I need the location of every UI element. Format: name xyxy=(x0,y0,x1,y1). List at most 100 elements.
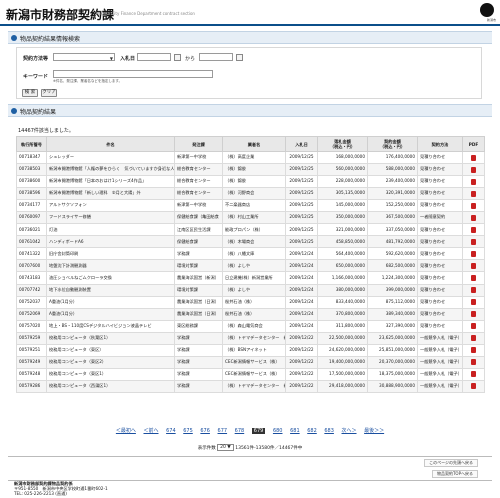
pdf-icon[interactable] xyxy=(471,250,476,257)
cell-name: 新潟市開港博物館「新しい理科 ⑤月と大陽」外 xyxy=(46,187,175,201)
pdf-icon[interactable] xyxy=(471,383,476,390)
cell-vendor: （株）木場商会 xyxy=(222,235,286,249)
pdf-icon[interactable] xyxy=(471,226,476,233)
cell-date: 2009/12/22 xyxy=(285,331,318,345)
column-header[interactable]: 契約方法 xyxy=(417,136,463,152)
method-label: 契約方法等 xyxy=(23,56,49,62)
keyword-input[interactable] xyxy=(53,70,213,78)
pdf-icon[interactable] xyxy=(471,262,476,269)
cell-bid-amount: 380,000,0000 xyxy=(317,283,368,297)
pager-page-link[interactable]: 680 xyxy=(273,428,283,434)
cell-vendor: （株）よしや xyxy=(222,259,286,273)
cell-date: 2009/12/24 xyxy=(285,271,318,285)
cell-contract-amount: 875,112,0000 xyxy=(367,295,418,309)
cell-pdf xyxy=(462,295,485,309)
results-section-title: 物品契約結果 xyxy=(20,109,57,116)
pdf-icon[interactable] xyxy=(471,323,476,330)
footer-tel: TEL: 025-226-2213 (直通) xyxy=(14,491,67,496)
cell-method: 見積り合わせ xyxy=(417,283,463,297)
cell-bid-amount: 833,440,0000 xyxy=(317,295,368,309)
pdf-icon[interactable] xyxy=(471,371,476,378)
table-row: 00707742 地下水位自動観測装置 環境対策課 （株）よしや 2009/12/24 3… xyxy=(16,283,485,297)
date-from-input[interactable] xyxy=(137,53,171,61)
cell-dept: 東区総務課 xyxy=(174,319,223,333)
pdf-icon[interactable] xyxy=(471,335,476,342)
display-count-select[interactable]: 20 ▼ xyxy=(217,444,234,451)
cell-id: 00752037 xyxy=(16,295,47,309)
cell-name: 新潟市開港博物館「日本のおはけ1シリーズ4作品」 xyxy=(46,175,175,189)
method-select[interactable]: ▼ xyxy=(53,53,115,61)
cell-date: 2009/12/22 xyxy=(285,367,318,381)
cell-contract-amount: 327,390,0000 xyxy=(367,319,418,333)
cell-contract-amount: 239,400,0000 xyxy=(367,175,418,189)
cell-pdf xyxy=(462,259,485,273)
pager-page-link[interactable]: 677 xyxy=(218,428,228,434)
back-to-contract-top-link[interactable]: 物品契約TOPへ戻る xyxy=(431,470,478,478)
keyword-label: キーワード xyxy=(23,74,49,80)
pdf-icon[interactable] xyxy=(471,347,476,354)
pdf-icon[interactable] xyxy=(471,166,476,173)
cell-contract-amount: 25,851,000,0000 xyxy=(367,343,418,357)
column-header[interactable]: 執行所管号 xyxy=(16,136,47,152)
column-header[interactable]: 発注課 xyxy=(174,136,223,152)
column-header[interactable]: 件名 xyxy=(46,136,175,152)
pdf-icon[interactable] xyxy=(471,311,476,318)
cell-contract-amount: 481,792,0000 xyxy=(367,235,418,249)
search-button[interactable]: 検 索 xyxy=(22,89,38,97)
cell-bid-amount: 24,620,000,0000 xyxy=(317,343,368,357)
column-header[interactable]: 入札日 xyxy=(285,136,318,152)
pdf-icon[interactable] xyxy=(471,178,476,185)
cell-date: 2009/12/25 xyxy=(285,199,318,213)
column-header[interactable]: 落札金額 （税込・円） xyxy=(317,136,368,152)
pager-page-link[interactable]: 674 xyxy=(166,428,176,434)
cell-id: 00743183 xyxy=(16,271,47,285)
cell-method: 見積り合わせ xyxy=(417,319,463,333)
pdf-icon[interactable] xyxy=(471,154,476,161)
pager-first-link[interactable]: ＜最初へ xyxy=(116,427,136,434)
pager-page-link[interactable]: 681 xyxy=(290,428,300,434)
table-row: 00738503 新潟市開港博物館「人権の夢をひらく 気づいていますか身近な人 総合… xyxy=(16,163,485,177)
cell-bid-amount: 458,850,0000 xyxy=(317,235,368,249)
pager-page-link[interactable]: 676 xyxy=(200,428,210,434)
cell-vendor: 能政プロパン（株） xyxy=(222,223,286,237)
pager-page-link[interactable]: 678 xyxy=(235,428,245,434)
cell-id: 00579259 xyxy=(16,331,47,345)
cell-contract-amount: 588,000,0000 xyxy=(367,163,418,177)
cell-name: 灯油 xyxy=(46,223,175,237)
pdf-icon[interactable] xyxy=(471,359,476,366)
pdf-icon[interactable] xyxy=(471,287,476,294)
pager-page-link[interactable]: 682 xyxy=(307,428,317,434)
display-count-value: 20 xyxy=(220,445,226,450)
back-to-top-link[interactable]: このページの先頭へ戻る xyxy=(424,459,478,467)
cell-dept: 学務課 xyxy=(174,247,223,261)
pdf-icon[interactable] xyxy=(471,190,476,197)
results-table: 執行所管号 件名 発注課 業者名 入札日 落札金額 （税込・円） 契約金額 （税… xyxy=(16,136,485,393)
pager-last-link[interactable]: 最後＞＞ xyxy=(364,427,384,434)
pager-page-link[interactable]: 675 xyxy=(183,428,193,434)
cell-vendor: 桜井石油（株） xyxy=(222,307,286,321)
calendar-icon[interactable] xyxy=(174,54,181,61)
pdf-icon[interactable] xyxy=(471,214,476,221)
pdf-icon[interactable] xyxy=(471,274,476,281)
cell-date: 2009/12/25 xyxy=(285,150,318,165)
date-to-input[interactable] xyxy=(199,53,233,61)
cell-id: 00718347 xyxy=(16,150,47,165)
calendar-icon[interactable] xyxy=(236,54,243,61)
pager-page-link[interactable]: 683 xyxy=(324,428,334,434)
city-logo-icon[interactable] xyxy=(480,3,494,17)
cell-method: 一般競争入札（電子） xyxy=(417,367,463,381)
search-section-title: 物品契約結果情報検索 xyxy=(20,36,81,43)
pager-prev-link[interactable]: ＜前へ xyxy=(143,427,158,434)
cell-method: 見積り合わせ xyxy=(417,247,463,261)
pager-next-link[interactable]: 次へ＞ xyxy=(342,427,357,434)
clear-button[interactable]: クリア xyxy=(41,89,57,97)
column-header[interactable]: 契約金額 （税込・円） xyxy=(367,136,418,152)
pdf-icon[interactable] xyxy=(471,238,476,245)
cell-name: 校務用コンピュータ（西蒲区1） xyxy=(46,379,175,393)
column-header[interactable]: 業者名 xyxy=(222,136,286,152)
pdf-icon[interactable] xyxy=(471,299,476,306)
cell-dept: 学務課 xyxy=(174,367,223,381)
cell-name: ハンディボードA6 xyxy=(46,235,175,249)
pdf-icon[interactable] xyxy=(471,202,476,209)
table-row: 00757020 地上・BS・110度CSデジタルハイビジョン液晶テレビ 東区総務課… xyxy=(16,319,485,333)
